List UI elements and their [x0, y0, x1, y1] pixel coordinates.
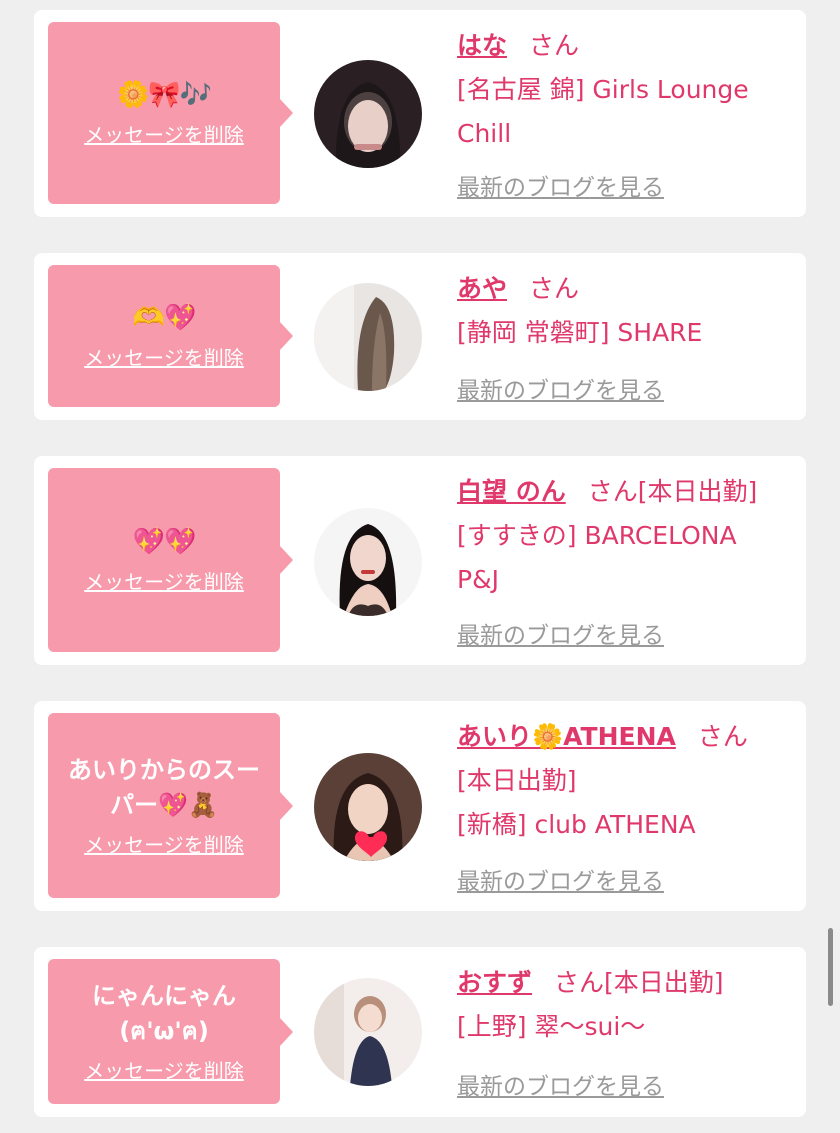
latest-blog-link[interactable]: 最新のブログを見る — [457, 168, 664, 202]
latest-blog-link[interactable]: 最新のブログを見る — [457, 1067, 664, 1101]
today-status: [本日出勤] — [604, 968, 724, 997]
honorific: さん — [697, 722, 748, 751]
sender-name-link[interactable]: おすず — [457, 968, 532, 997]
sender-name-link[interactable]: はな — [457, 31, 507, 60]
shop-line: [本日出勤] — [457, 766, 577, 795]
message-card: あいりからのスー パー💖🧸 メッセージを削除 あいり🌼ATHENA さん [本日出… — [34, 701, 806, 911]
message-bubble: 🌼🎀🎶 メッセージを削除 — [48, 22, 293, 204]
shop-line: [新橋] club ATHENA — [457, 810, 696, 839]
sender-name-row: あや さん — [457, 267, 792, 311]
shop-line: [すすきの] BARCELONA — [457, 521, 737, 550]
today-status: [本日出勤] — [637, 477, 758, 506]
sender-info: あいり🌼ATHENA さん [本日出勤] [新橋] club ATHENA — [457, 715, 792, 847]
honorific: さん — [529, 274, 580, 303]
message-list: 🌼🎀🎶 メッセージを削除 はな さん [名古屋 錦] Girls Lounge C… — [0, 0, 840, 1133]
sender-name-row: 白望 のん さん[本日出勤] — [457, 470, 792, 514]
sender-name-row: あいり🌼ATHENA さん — [457, 715, 792, 759]
message-card: 🌼🎀🎶 メッセージを削除 はな さん [名古屋 錦] Girls Lounge C… — [34, 10, 806, 217]
shop-line: Chill — [457, 119, 512, 148]
message-card: 💖💖 メッセージを削除 白望 のん さん[本日出勤] [すすきの] BARCELO… — [34, 456, 806, 665]
sender-info: あや さん [静岡 常磐町] SHARE — [457, 267, 792, 355]
message-text: 🫶💖 — [132, 303, 197, 333]
message-card: 🫶💖 メッセージを削除 あや さん [静岡 常磐町] SHARE 最新のブログを見… — [34, 253, 806, 420]
avatar[interactable] — [314, 283, 422, 391]
avatar[interactable] — [314, 978, 422, 1086]
latest-blog-link[interactable]: 最新のブログを見る — [457, 371, 664, 405]
message-bubble: 💖💖 メッセージを削除 — [48, 468, 293, 652]
scrollbar[interactable] — [828, 928, 833, 1006]
message-text: あいりからのスー パー💖🧸 — [68, 756, 260, 819]
message-bubble: にゃんにゃん (ฅ'ω'ฅ) メッセージを削除 — [48, 959, 293, 1104]
honorific: さん — [587, 477, 638, 506]
sender-info: 白望 のん さん[本日出勤] [すすきの] BARCELONA P&J — [457, 470, 792, 602]
shop-line: [上野] 翠〜sui〜 — [457, 1012, 646, 1041]
message-bubble: あいりからのスー パー💖🧸 メッセージを削除 — [48, 713, 293, 898]
message-text: にゃんにゃん (ฅ'ω'ฅ) — [92, 982, 236, 1045]
sender-name-link[interactable]: あや — [457, 274, 507, 303]
avatar[interactable] — [314, 508, 422, 616]
avatar[interactable] — [314, 753, 422, 861]
delete-message-link[interactable]: メッセージを削除 — [84, 1055, 244, 1084]
shop-line: [静岡 常磐町] SHARE — [457, 318, 703, 347]
message-text: 💖💖 — [132, 527, 197, 557]
delete-message-link[interactable]: メッセージを削除 — [84, 566, 244, 595]
message-card: にゃんにゃん (ฅ'ω'ฅ) メッセージを削除 おすず さん[本日出勤] [上野]… — [34, 947, 806, 1117]
sender-name-link[interactable]: 白望 のん — [457, 477, 566, 506]
sender-info: はな さん [名古屋 錦] Girls Lounge Chill — [457, 24, 792, 156]
delete-message-link[interactable]: メッセージを削除 — [84, 119, 244, 148]
avatar[interactable] — [314, 60, 422, 168]
message-bubble: 🫶💖 メッセージを削除 — [48, 265, 293, 407]
shop-line: P&J — [457, 565, 499, 594]
message-text: 🌼🎀🎶 — [116, 80, 212, 110]
latest-blog-link[interactable]: 最新のブログを見る — [457, 616, 664, 650]
sender-name-row: はな さん — [457, 24, 792, 68]
honorific: さん — [529, 31, 580, 60]
delete-message-link[interactable]: メッセージを削除 — [84, 342, 244, 371]
delete-message-link[interactable]: メッセージを削除 — [84, 829, 244, 858]
sender-name-link[interactable]: あいり🌼ATHENA — [457, 722, 676, 751]
sender-info: おすず さん[本日出勤] [上野] 翠〜sui〜 — [457, 961, 792, 1049]
shop-line: [名古屋 錦] Girls Lounge — [457, 75, 749, 104]
honorific: さん — [554, 968, 605, 997]
sender-name-row: おすず さん[本日出勤] — [457, 961, 792, 1005]
latest-blog-link[interactable]: 最新のブログを見る — [457, 862, 664, 896]
